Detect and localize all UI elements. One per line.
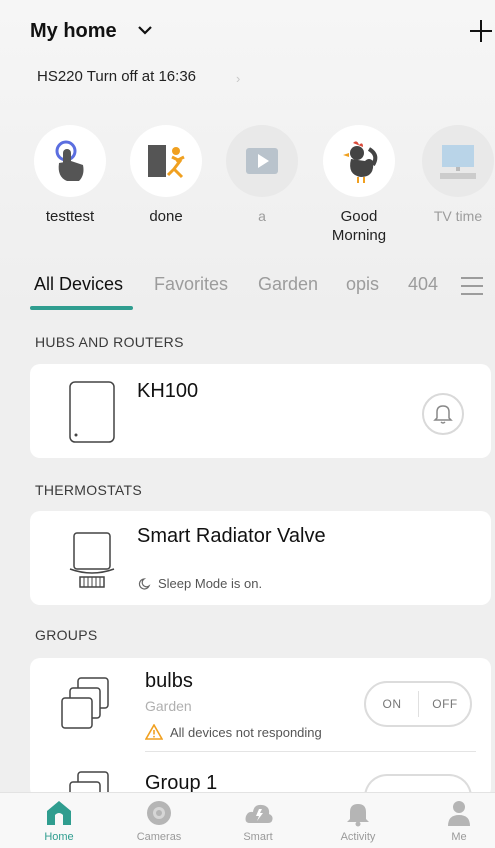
play-icon [226, 125, 298, 197]
device-name: Smart Radiator Valve [137, 525, 326, 547]
bell-icon [344, 799, 372, 827]
group-item-bulbs[interactable]: bulbs Garden All devices not responding … [30, 658, 491, 752]
group-room: Garden [145, 698, 192, 714]
bottom-navigation: Home Cameras Smart Activity Me [0, 792, 495, 848]
warning-icon [145, 724, 163, 740]
home-icon [45, 799, 73, 827]
sleep-mode-icon [138, 578, 151, 590]
bell-icon[interactable] [422, 393, 464, 435]
nav-label: Cameras [136, 831, 182, 843]
off-button[interactable]: OFF [419, 683, 471, 725]
group-stack-icon [61, 677, 109, 729]
tab-garden[interactable]: Garden [258, 274, 318, 295]
scene-label: testtest [45, 208, 95, 225]
chevron-right-icon: › [236, 71, 241, 86]
tab-all-devices[interactable]: All Devices [34, 274, 123, 295]
rooster-icon [323, 125, 395, 197]
home-title[interactable]: My home [30, 20, 117, 43]
device-status: Sleep Mode is on. [158, 576, 263, 591]
device-card-kh100[interactable]: KH100 [30, 364, 491, 458]
section-groups: GROUPS [35, 627, 98, 643]
radiator-valve-icon [69, 532, 115, 588]
device-name: KH100 [137, 380, 199, 402]
scene-label: a [258, 208, 266, 224]
add-device-button[interactable] [468, 18, 494, 44]
scene-good-morning[interactable]: Good Morning [319, 125, 399, 245]
on-button[interactable]: ON [366, 683, 418, 725]
nav-me[interactable]: Me [419, 793, 495, 843]
scene-a[interactable]: a [222, 125, 302, 226]
scene-tv-time[interactable]: TV time [418, 125, 495, 226]
section-hubs: HUBS AND ROUTERS [35, 334, 184, 350]
section-thermostats: THERMOSTATS [35, 482, 143, 498]
menu-icon[interactable] [461, 277, 483, 295]
scene-label: done [149, 208, 183, 225]
tap-hand-icon [34, 125, 106, 197]
group-power-toggle: ON OFF [364, 681, 472, 727]
tab-favorites[interactable]: Favorites [154, 274, 228, 295]
nav-smart[interactable]: Smart [218, 793, 298, 843]
nav-home[interactable]: Home [19, 793, 99, 843]
tab-404[interactable]: 404 [408, 274, 438, 295]
nav-cameras[interactable]: Cameras [119, 793, 199, 843]
groups-card: bulbs Garden All devices not responding … [30, 658, 491, 804]
smart-cloud-icon [244, 799, 273, 827]
hub-device-icon [69, 381, 115, 443]
nav-label: Me [451, 831, 467, 843]
nav-label: Smart [243, 831, 273, 843]
active-tab-indicator [30, 306, 133, 310]
group-warning: All devices not responding [170, 725, 322, 740]
scene-testtest[interactable]: testtest [30, 125, 110, 226]
nav-label: Activity [340, 831, 376, 843]
nav-activity[interactable]: Activity [318, 793, 398, 843]
scene-done[interactable]: done [126, 125, 206, 226]
tab-opis[interactable]: opis [346, 274, 379, 295]
group-name: bulbs [145, 670, 193, 692]
scene-label: Good Morning [331, 208, 387, 244]
room-tabs: All Devices Favorites Garden opis 404 [0, 268, 495, 310]
camera-icon [145, 799, 173, 827]
user-icon [445, 799, 473, 827]
chevron-down-icon[interactable] [137, 23, 153, 37]
scene-label: TV time [433, 208, 483, 224]
tv-icon [422, 125, 494, 197]
nav-label: Home [44, 831, 74, 843]
schedule-notice[interactable]: HS220 Turn off at 16:36 [37, 68, 196, 85]
door-exit-icon [130, 125, 202, 197]
device-card-radiator-valve[interactable]: Smart Radiator Valve Sleep Mode is on. [30, 511, 491, 605]
